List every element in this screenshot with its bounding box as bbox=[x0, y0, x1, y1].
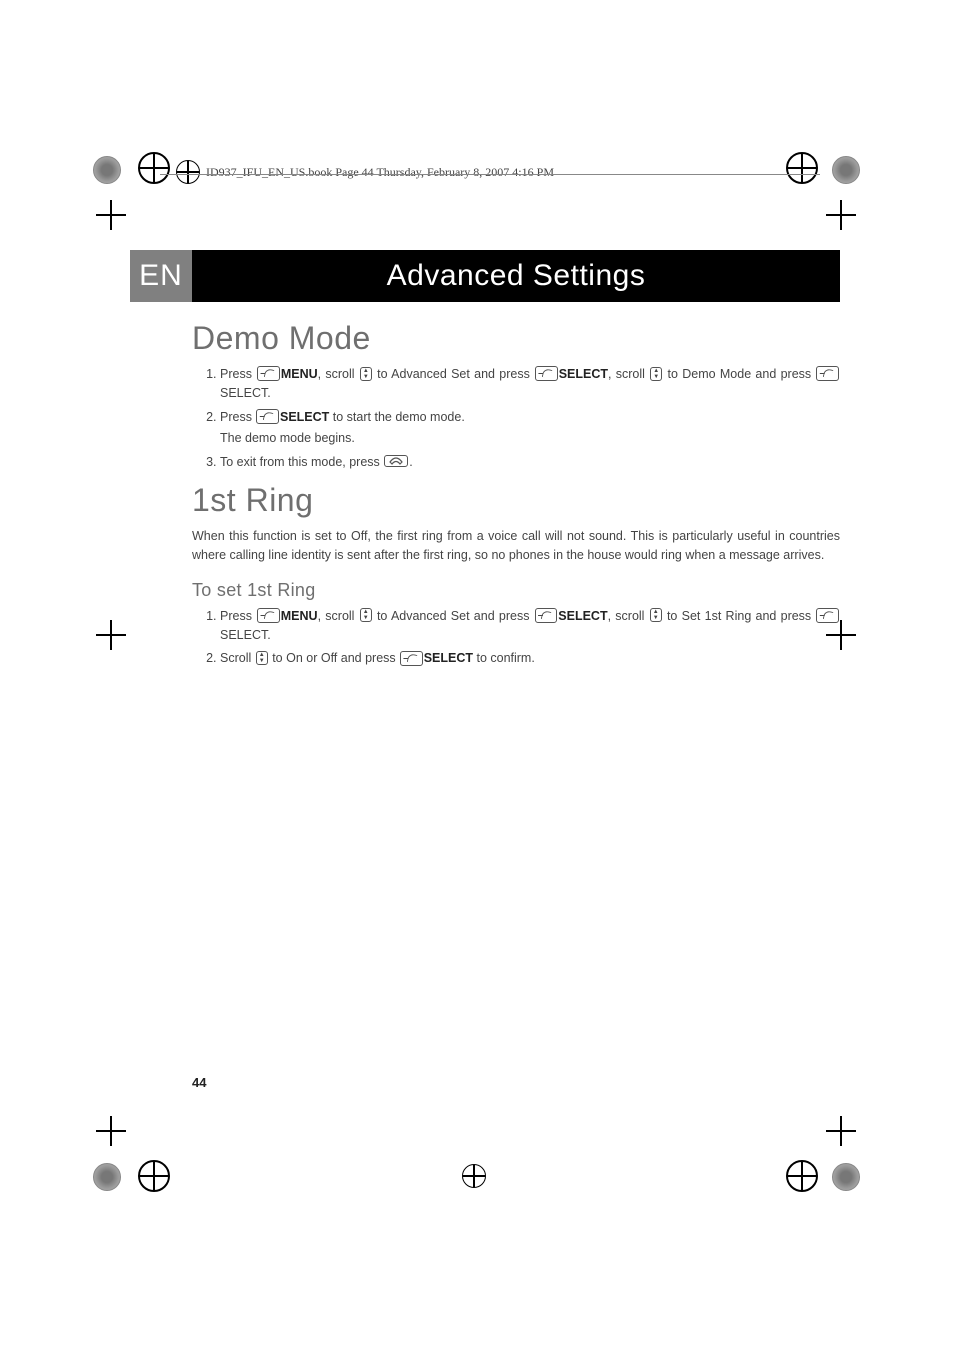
corner-dot-icon bbox=[93, 156, 121, 184]
scroll-key-icon bbox=[256, 651, 268, 665]
page-number: 44 bbox=[192, 1075, 206, 1090]
step-list: Press MENU, scroll to Advanced Set and p… bbox=[192, 607, 840, 669]
step-item: To exit from this mode, press . bbox=[220, 453, 840, 472]
scroll-key-icon bbox=[360, 367, 372, 381]
corner-dot-icon bbox=[832, 156, 860, 184]
cropmark-icon bbox=[826, 1116, 856, 1146]
softkey-icon bbox=[257, 366, 280, 381]
hangup-key-icon bbox=[384, 455, 408, 467]
step-item: Press SELECT to start the demo mode.The … bbox=[220, 408, 840, 449]
cropmark-icon bbox=[826, 200, 856, 230]
key-label: SELECT bbox=[280, 410, 329, 424]
registration-mark-icon bbox=[138, 152, 170, 184]
key-label: SELECT bbox=[558, 609, 607, 623]
softkey-icon bbox=[535, 608, 558, 623]
scroll-key-icon bbox=[360, 608, 372, 622]
registration-mark-icon bbox=[786, 1160, 818, 1192]
cropmark-icon bbox=[96, 1116, 126, 1146]
key-label: SELECT bbox=[424, 651, 473, 665]
key-label: SELECT bbox=[559, 367, 608, 381]
key-label: MENU bbox=[281, 609, 318, 623]
corner-dot-icon bbox=[93, 1163, 121, 1191]
step-subtext: The demo mode begins. bbox=[220, 429, 840, 448]
step-item: Press MENU, scroll to Advanced Set and p… bbox=[220, 607, 840, 646]
softkey-icon bbox=[535, 366, 558, 381]
language-badge: EN bbox=[130, 250, 192, 302]
section-intro: When this function is set to Off, the fi… bbox=[192, 527, 840, 566]
cropmark-icon bbox=[96, 200, 126, 230]
scroll-key-icon bbox=[650, 367, 662, 381]
softkey-icon bbox=[816, 608, 839, 623]
softkey-icon bbox=[256, 409, 279, 424]
book-header-line: ID937_IFU_EN_US.book Page 44 Thursday, F… bbox=[176, 160, 554, 184]
step-item: Scroll to On or Off and press SELECT to … bbox=[220, 649, 840, 668]
section-heading: Demo Mode bbox=[192, 320, 840, 357]
page-title: Advanced Settings bbox=[192, 250, 840, 302]
softkey-icon bbox=[400, 651, 423, 666]
step-list: Press MENU, scroll to Advanced Set and p… bbox=[192, 365, 840, 472]
registration-mark-icon bbox=[176, 160, 200, 184]
step-item: Press MENU, scroll to Advanced Set and p… bbox=[220, 365, 840, 404]
scroll-key-icon bbox=[650, 608, 662, 622]
softkey-icon bbox=[257, 608, 280, 623]
section-subheading: To set 1st Ring bbox=[192, 580, 840, 601]
registration-mark-icon bbox=[138, 1160, 170, 1192]
book-header-text: ID937_IFU_EN_US.book Page 44 Thursday, F… bbox=[206, 165, 554, 180]
registration-mark-icon bbox=[462, 1164, 486, 1188]
page-content: EN Advanced Settings Demo Mode Press MENU… bbox=[130, 250, 840, 679]
corner-dot-icon bbox=[832, 1163, 860, 1191]
cropmark-icon bbox=[96, 620, 126, 650]
key-label: MENU bbox=[281, 367, 318, 381]
softkey-icon bbox=[816, 366, 839, 381]
section-heading: 1st Ring bbox=[192, 482, 840, 519]
page-header: EN Advanced Settings bbox=[130, 250, 840, 302]
registration-mark-icon bbox=[786, 152, 818, 184]
